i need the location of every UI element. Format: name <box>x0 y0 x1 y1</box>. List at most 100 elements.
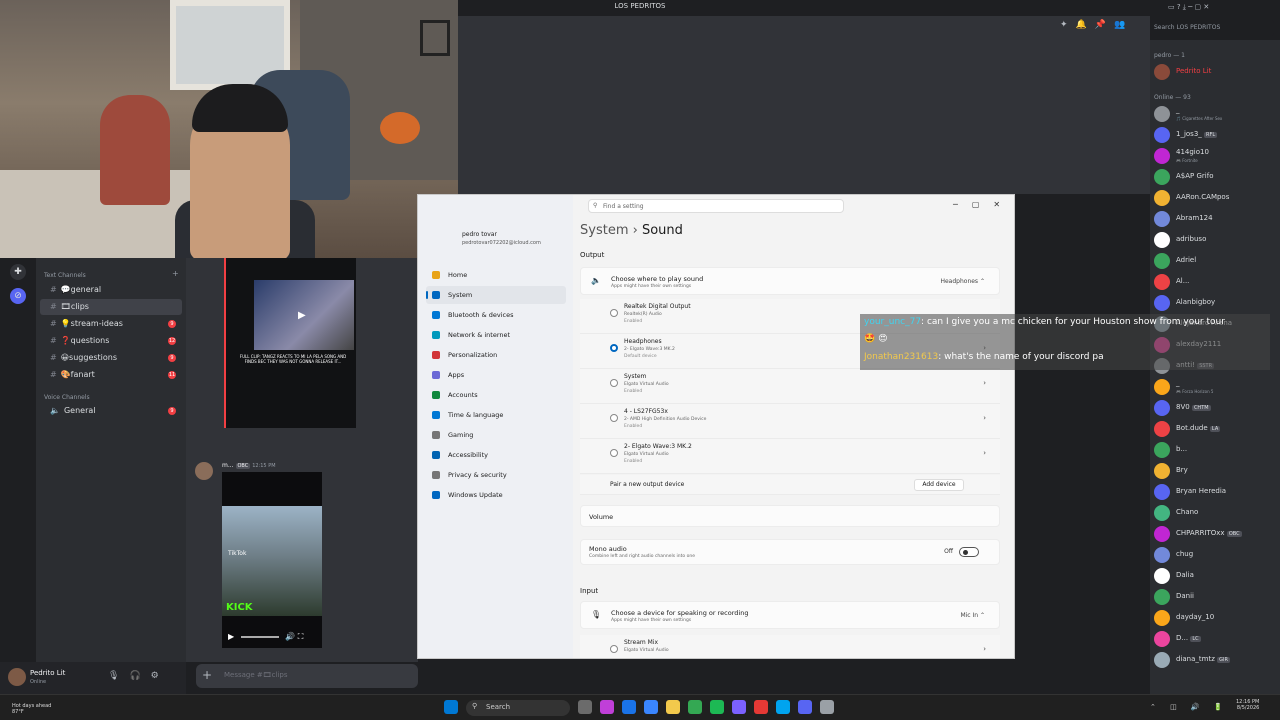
pin-icon[interactable]: 📌 <box>1095 20 1114 30</box>
member-item[interactable]: Chano <box>1154 503 1278 524</box>
settings-nav-accessibility[interactable]: Accessibility <box>426 446 566 464</box>
member-item[interactable]: A$AP Grifo <box>1154 167 1278 188</box>
settings-nav-time-language[interactable]: Time & language <box>426 406 566 424</box>
output-device-row[interactable]: 2- Elgato Wave:3 MK.2 Elgato Virtual Audi… <box>580 439 1000 474</box>
member-item[interactable]: 1_jos3_ RFL <box>1154 125 1278 146</box>
member-item[interactable]: _ 🎮 Forza Horizon 5 <box>1154 377 1278 398</box>
app-icon[interactable] <box>732 700 746 714</box>
embedded-clip[interactable]: ▶ FULL CLIP: TANGZ REACTS TO MI LA PELA … <box>224 258 356 428</box>
bell-icon[interactable]: 🔔 <box>1076 20 1095 30</box>
radio-button[interactable] <box>610 645 618 653</box>
chevron-right-icon[interactable]: › <box>983 645 986 653</box>
app-icon[interactable] <box>600 700 614 714</box>
member-item[interactable]: Danii <box>1154 587 1278 608</box>
minimize-icon[interactable]: ─ <box>953 200 972 209</box>
chrome-icon[interactable] <box>688 700 702 714</box>
chevron-right-icon[interactable]: › <box>983 414 986 422</box>
channel-stream-ideas[interactable]: # 💡stream-ideas 9 <box>40 316 182 332</box>
member-item[interactable]: adribuso <box>1154 230 1278 251</box>
member-item[interactable]: Abram124 <box>1154 209 1278 230</box>
user-controls[interactable]: 🎙🎧⚙ <box>108 671 169 681</box>
fullscreen-icon[interactable]: ⛶ <box>298 632 304 641</box>
settings-window-controls[interactable]: ─▢✕ <box>953 200 1014 209</box>
members-icon[interactable]: 👥 <box>1114 20 1133 30</box>
message-composer[interactable]: + Message #🎞clips <box>196 664 418 688</box>
choose-output-card[interactable]: 🔈 Choose where to play sound Apps might … <box>580 267 1000 295</box>
weather-widget[interactable]: Hot days ahead 87°F <box>12 703 51 715</box>
member-item[interactable]: Bot.dude LA <box>1154 419 1278 440</box>
video-controls[interactable]: ▶ 🔊 ⛶ <box>228 632 318 642</box>
radio-button[interactable] <box>610 344 618 352</box>
voice-channel-general[interactable]: 🔈 General 9 <box>40 403 182 419</box>
settings-app-icon[interactable] <box>820 700 834 714</box>
threads-icon[interactable]: ✦ <box>1060 20 1076 30</box>
member-item[interactable]: 8V0 CHTM <box>1154 398 1278 419</box>
input-selected-value[interactable]: Mic In ⌃ <box>960 612 985 619</box>
system-tray[interactable]: ⌃ ◫ 🔊 🔋 <box>1150 703 1229 711</box>
settings-nav-apps[interactable]: Apps <box>426 366 566 384</box>
member-item[interactable]: CHPARRITOxx OBC <box>1154 524 1278 545</box>
account-name[interactable]: pedro tovar <box>462 231 497 238</box>
maximize-icon[interactable]: ▢ <box>972 200 994 209</box>
settings-nav-privacy-security[interactable]: Privacy & security <box>426 466 566 484</box>
gear-icon[interactable]: ⚙ <box>151 671 169 681</box>
voice-channels-header[interactable]: Voice Channels <box>44 394 90 401</box>
app-icon[interactable] <box>644 700 658 714</box>
play-icon[interactable]: ▶ <box>228 632 234 641</box>
find-setting-input[interactable]: ⚲ Find a setting <box>588 199 844 213</box>
settings-nav-home[interactable]: Home <box>426 266 566 284</box>
settings-nav-bluetooth-devices[interactable]: Bluetooth & devices <box>426 306 566 324</box>
member-owner[interactable]: Pedrito Lit <box>1154 62 1278 83</box>
output-device-row[interactable]: System Elgato Virtual Audio Enabled › <box>580 369 1000 404</box>
mic-icon[interactable]: 🎙 <box>108 671 129 681</box>
output-device-row[interactable]: 4 - LS27FG53x 2- AMD High Definition Audi… <box>580 404 1000 439</box>
member-item[interactable]: Dalia <box>1154 566 1278 587</box>
member-item[interactable]: Alanbigboy <box>1154 293 1278 314</box>
member-item[interactable]: D... LC <box>1154 629 1278 650</box>
taskbar-search[interactable]: ⚲ Search <box>466 700 570 716</box>
radio-button[interactable] <box>610 379 618 387</box>
channel-clips[interactable]: # 🎞clips <box>40 299 182 315</box>
member-item[interactable]: 414gio10 🎮 Fortnite <box>1154 146 1278 167</box>
video-progress[interactable] <box>240 635 279 638</box>
input-device-row[interactable]: Stream Mix Elgato Virtual Audio › <box>580 635 1000 658</box>
member-item[interactable]: Al... <box>1154 272 1278 293</box>
user-avatar[interactable] <box>8 668 26 686</box>
output-selected-value[interactable]: Headphones ⌃ <box>940 278 985 285</box>
member-item[interactable]: diana_tmtz GIR <box>1154 650 1278 671</box>
channel-fanart[interactable]: # 🎨fanart 11 <box>40 367 182 383</box>
window-controls[interactable]: ▭ ? ⤓ ─ ▢ ✕ <box>1168 3 1209 12</box>
channel-suggestions[interactable]: # 😀suggestions 9 <box>40 350 182 366</box>
home-icon[interactable]: ✚ <box>10 264 26 280</box>
member-item[interactable]: Bryan Heredia <box>1154 482 1278 503</box>
header-toolbar[interactable]: ✦🔔📌👥 <box>1060 20 1133 30</box>
chevron-right-icon[interactable]: › <box>983 449 986 457</box>
add-device-button[interactable]: Add device <box>914 479 964 491</box>
text-channels-header[interactable]: Text Channels <box>44 272 86 279</box>
settings-nav-gaming[interactable]: Gaming <box>426 426 566 444</box>
headphones-icon[interactable]: 🎧 <box>129 671 150 681</box>
play-icon[interactable]: ▶ <box>298 310 306 321</box>
clock[interactable]: 12:16 PM 8/5/2026 <box>1236 699 1259 711</box>
windows-start-icon[interactable] <box>444 700 458 714</box>
message-input[interactable]: Message #🎞clips <box>224 671 288 679</box>
chevron-right-icon[interactable]: › <box>983 379 986 387</box>
settings-nav-accounts[interactable]: Accounts <box>426 386 566 404</box>
app-icon[interactable] <box>754 700 768 714</box>
member-item[interactable]: Adriel <box>1154 251 1278 272</box>
member-item[interactable]: b... <box>1154 440 1278 461</box>
video-attachment[interactable]: TikTok KICK ▶ 🔊 ⛶ <box>222 472 322 648</box>
app-icon[interactable] <box>622 700 636 714</box>
radio-button[interactable] <box>610 414 618 422</box>
radio-button[interactable] <box>610 449 618 457</box>
message-author[interactable]: m... <box>222 462 234 469</box>
avatar[interactable] <box>195 462 213 480</box>
task-view-icon[interactable] <box>578 700 592 714</box>
member-item[interactable]: dayday_10 <box>1154 608 1278 629</box>
member-item[interactable]: chug <box>1154 545 1278 566</box>
member-item[interactable]: AARon.CAMpos <box>1154 188 1278 209</box>
member-item[interactable]: _ 🎵 Cigarettes After Sex <box>1154 104 1278 125</box>
settings-nav-system[interactable]: System <box>426 286 566 304</box>
breadcrumb-system[interactable]: System <box>580 223 628 238</box>
app-icon[interactable] <box>710 700 724 714</box>
